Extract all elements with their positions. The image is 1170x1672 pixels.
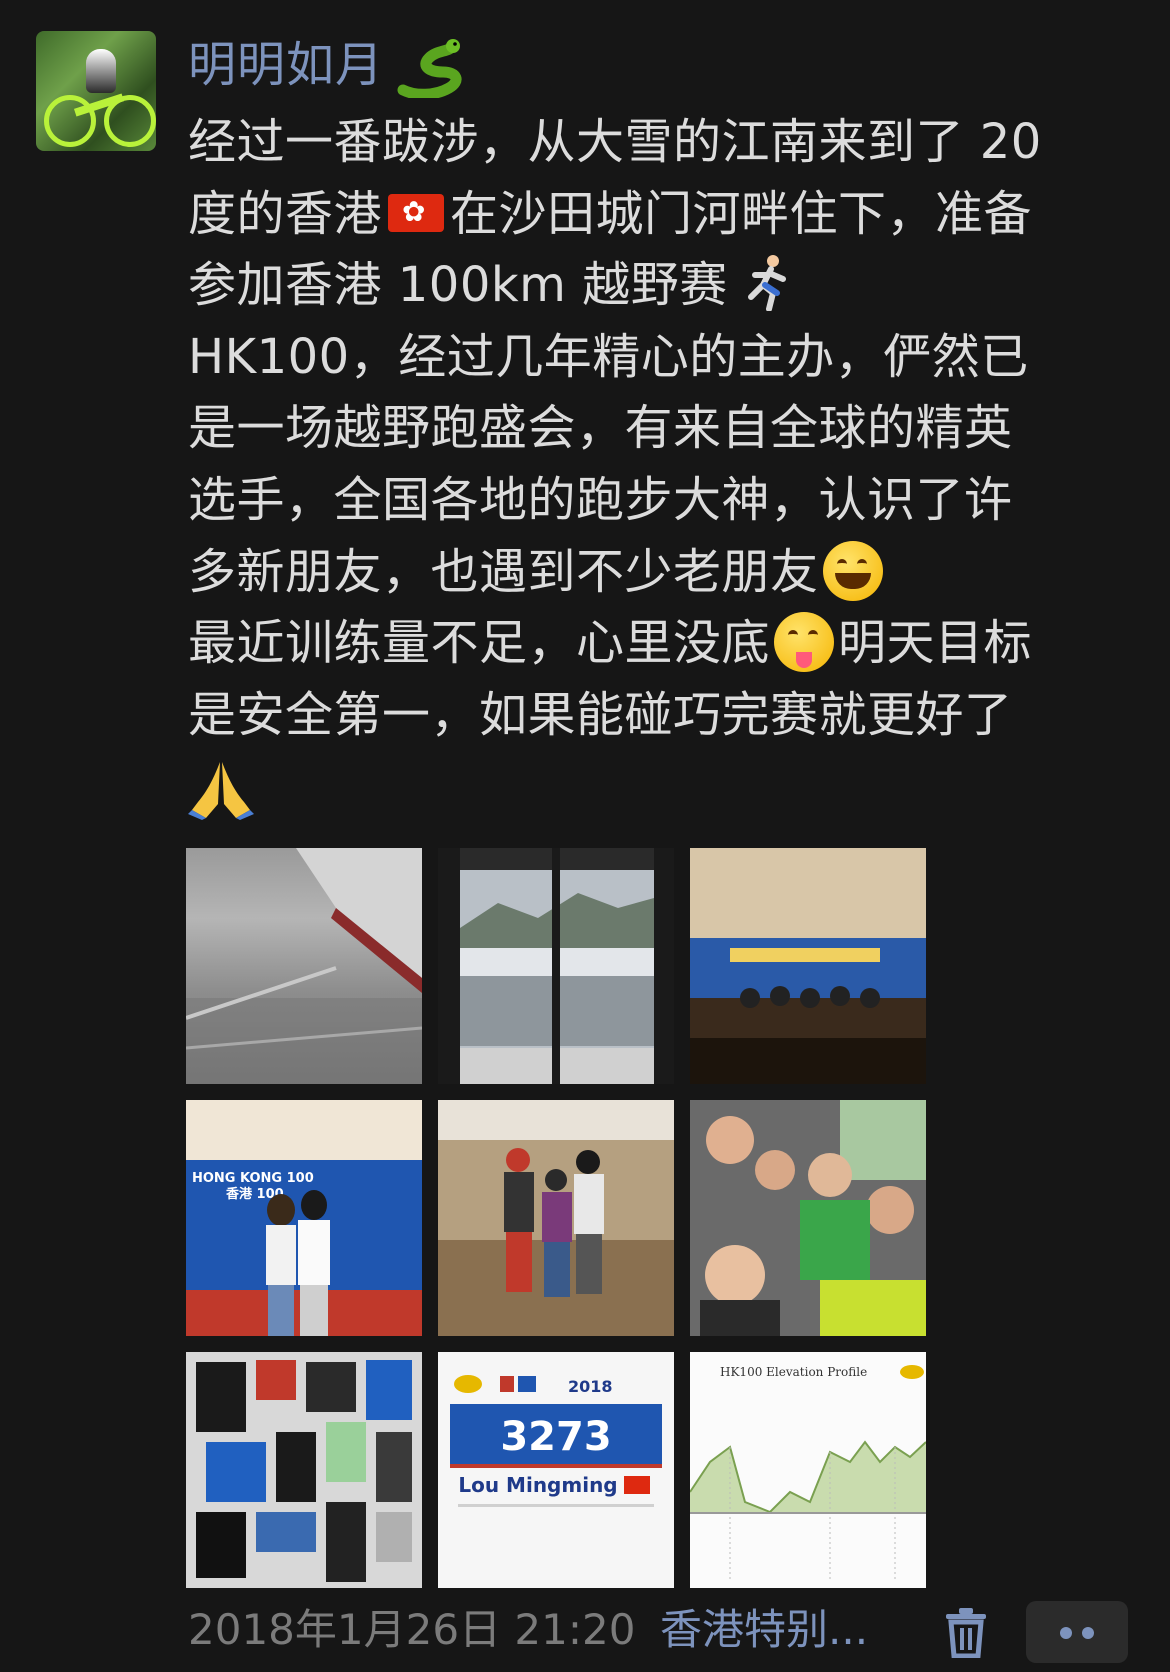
avatar-bike-wheel [44, 95, 96, 147]
more-dot-icon [1082, 1627, 1094, 1639]
running-gear-graphic [186, 1352, 422, 1588]
window-view-graphic [438, 848, 674, 1084]
avatar-bike-wheel [104, 95, 156, 147]
photo-window-view[interactable] [438, 848, 674, 1084]
post-text-segment: 多新朋友，也遇到不少老朋友 [188, 543, 819, 600]
avatar-rider [86, 49, 116, 93]
photo-conference-stage[interactable] [690, 848, 926, 1084]
bib-name: Lou Mingming [458, 1473, 617, 1497]
photo-elevation-profile[interactable]: HK100 Elevation Profile [690, 1352, 926, 1588]
conference-stage-graphic [690, 848, 926, 1084]
post-location[interactable]: 香港特别... [660, 1602, 868, 1658]
post-line: 是安全第一，如果能碰巧完赛就更好了 [188, 686, 1013, 743]
photo-running-gear[interactable] [186, 1352, 422, 1588]
post-text-segment: 度的香港 [188, 185, 383, 242]
post-body: 经过一番跋涉，从大雪的江南来到了 20 度的香港 在沙田城门河畔住下，准备 参加香… [188, 107, 1128, 823]
snake-emoji-icon [397, 39, 462, 98]
trash-icon[interactable] [944, 1608, 988, 1658]
post-text-segment: 最近训练量不足，心里没底 [188, 615, 771, 672]
post-line: 是一场越野跑盛会，有来自全球的精英 [188, 400, 1013, 457]
folded-hands-icon [188, 762, 254, 821]
post-line: 参加香港 100km 越野赛 [188, 250, 1128, 322]
bib-number: 3273 [500, 1414, 611, 1460]
more-dot-icon [1060, 1627, 1072, 1639]
post-line: 最近训练量不足，心里没底 明天目标 [188, 608, 1128, 680]
user-avatar[interactable] [36, 31, 156, 151]
elevation-title: HK100 Elevation Profile [720, 1365, 867, 1379]
post-line: HK100，经过几年精心的主办，俨然已 [188, 328, 1029, 385]
squinting-tongue-face-icon [774, 612, 835, 673]
race-bib-graphic: 2018 3273 Lou Mingming [438, 1352, 674, 1588]
username[interactable]: 明明如月 [188, 34, 384, 96]
elevation-profile-graphic: HK100 Elevation Profile [690, 1352, 926, 1588]
post-timestamp: 2018年1月26日 21:20 [188, 1605, 636, 1654]
photo-airplane-wing[interactable] [186, 848, 422, 1084]
runner-icon [748, 255, 787, 312]
photo-group-selfie[interactable] [690, 1100, 926, 1336]
group-selfie-graphic [690, 1100, 926, 1336]
post-line: 度的香港 在沙田城门河畔住下，准备 [188, 179, 1128, 251]
post-line [188, 751, 1128, 823]
post-line: 选手，全国各地的跑步大神，认识了许 [188, 471, 1013, 528]
photo-race-bib[interactable]: 2018 3273 Lou Mingming [438, 1352, 674, 1588]
ballroom-group-graphic [438, 1100, 674, 1336]
post-line: 经过一番跋涉，从大雪的江南来到了 20 [188, 114, 1042, 170]
airplane-wing-graphic [186, 848, 422, 1084]
hong-kong-flag-icon [388, 193, 445, 232]
post-text-segment: 参加香港 100km 越野赛 [188, 257, 728, 314]
banner-text: HONG KONG 100 [192, 1171, 314, 1186]
grinning-face-icon [822, 540, 883, 601]
bib-year: 2018 [568, 1377, 613, 1396]
post-line: 多新朋友，也遇到不少老朋友 [188, 537, 1128, 609]
more-options-button[interactable] [1026, 1601, 1128, 1663]
post-text-segment: 在沙田城门河畔住下，准备 [450, 185, 1033, 242]
post-text-segment: 明天目标 [838, 615, 1033, 672]
photo-ballroom-group[interactable] [438, 1100, 674, 1336]
photo-event-banner[interactable]: HONG KONG 100 香港 100 [186, 1100, 422, 1336]
event-banner-graphic: HONG KONG 100 香港 100 [186, 1100, 422, 1336]
